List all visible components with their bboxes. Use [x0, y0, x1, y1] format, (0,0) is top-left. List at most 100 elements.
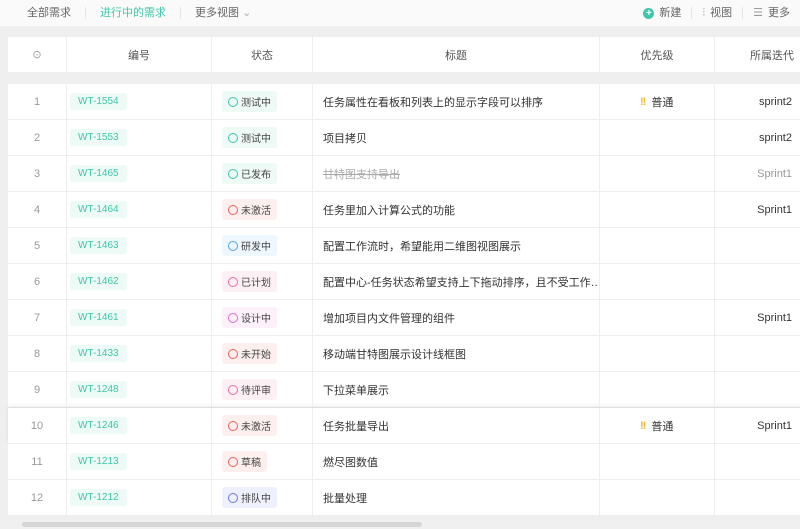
table-row[interactable]: 11 WT-1213 草稿 燃尽图数值 — [8, 444, 800, 480]
col-sprint[interactable]: 所属迭代 — [715, 37, 800, 72]
requirement-id[interactable]: WT-1462 — [70, 273, 127, 290]
status-badge[interactable]: 草稿 — [222, 451, 267, 472]
requirement-id[interactable]: WT-1554 — [70, 93, 127, 110]
requirement-id[interactable]: WT-1461 — [70, 309, 127, 326]
status-badge[interactable]: 已计划 — [222, 271, 277, 292]
title-cell[interactable]: 项目拷贝 — [313, 120, 600, 155]
table-row[interactable]: 8 WT-1433 未开始 移动端甘特图展示设计线框图 — [8, 336, 800, 372]
sprint-cell[interactable] — [715, 228, 800, 263]
table-row[interactable]: 1 WT-1554 测试中 任务属性在看板和列表上的显示字段可以排序 !! 普通 … — [8, 84, 800, 120]
status-label: 未激活 — [241, 422, 271, 433]
sprint-cell[interactable] — [715, 444, 800, 479]
settings-icon[interactable]: ⊙ — [8, 37, 67, 72]
priority-cell[interactable] — [600, 444, 715, 479]
sprint-cell[interactable] — [715, 480, 800, 515]
title-cell[interactable]: 任务里加入计算公式的功能 — [313, 192, 600, 227]
sprint-cell[interactable] — [715, 372, 800, 407]
requirements-table: ⊙ 编号 状态 标题 优先级 所属迭代 1 WT-1554 测试中 任务属性在看… — [8, 37, 800, 516]
requirement-id[interactable]: WT-1465 — [70, 165, 127, 182]
id-cell: WT-1213 — [67, 444, 212, 479]
status-cell: 研发中 — [212, 228, 313, 263]
title-cell[interactable]: 配置中心-任务状态希望支持上下拖动排序，且不受工作… — [313, 264, 600, 299]
col-title[interactable]: 标题 — [313, 37, 600, 72]
status-badge[interactable]: 研发中 — [222, 235, 277, 256]
title-cell[interactable]: 下拉菜单展示 — [313, 372, 600, 407]
requirement-id[interactable]: WT-1246 — [70, 417, 127, 434]
col-priority[interactable]: 优先级 — [600, 37, 715, 72]
title-cell[interactable]: 任务批量导出 — [313, 408, 600, 443]
row-number: 12 — [8, 480, 67, 515]
requirement-id[interactable]: WT-1433 — [70, 345, 127, 362]
status-icon — [228, 384, 238, 395]
status-badge[interactable]: 待评审 — [222, 379, 277, 400]
priority-cell[interactable]: !! 普通 — [600, 84, 715, 119]
title-cell[interactable]: 甘特图支持导出 — [313, 156, 600, 191]
status-badge[interactable]: 测试中 — [222, 91, 277, 112]
status-cell: 已发布 — [212, 156, 313, 191]
priority-cell[interactable] — [600, 264, 715, 299]
requirement-id[interactable]: WT-1212 — [70, 489, 127, 506]
sprint-cell[interactable] — [715, 336, 800, 371]
title-cell[interactable]: 任务属性在看板和列表上的显示字段可以排序 — [313, 84, 600, 119]
sprint-cell[interactable]: Sprint1 — [715, 156, 800, 191]
view-button[interactable]: ⫶ 视图 — [692, 7, 744, 19]
status-badge[interactable]: 排队中 — [222, 487, 277, 508]
title-cell[interactable]: 批量处理 — [313, 480, 600, 515]
table-row[interactable]: 5 WT-1463 研发中 配置工作流时，希望能用二维图视图展示 — [8, 228, 800, 264]
table-row[interactable]: 12 WT-1212 排队中 批量处理 — [8, 480, 800, 516]
status-badge[interactable]: 设计中 — [222, 307, 277, 328]
col-id[interactable]: 编号 — [67, 37, 212, 72]
new-button[interactable]: + 新建 — [633, 7, 693, 19]
requirement-id[interactable]: WT-1464 — [70, 201, 127, 218]
status-badge[interactable]: 未激活 — [222, 415, 277, 436]
status-badge[interactable]: 未激活 — [222, 199, 277, 220]
table-row[interactable]: 4 WT-1464 未激活 任务里加入计算公式的功能 Sprint1 — [8, 192, 800, 228]
priority-cell[interactable] — [600, 156, 715, 191]
id-cell: WT-1553 — [67, 120, 212, 155]
tab-in-progress[interactable]: 进行中的需求 — [86, 7, 181, 19]
requirement-id[interactable]: WT-1553 — [70, 129, 127, 146]
priority-cell[interactable] — [600, 336, 715, 371]
id-cell: WT-1248 — [67, 372, 212, 407]
requirement-id[interactable]: WT-1463 — [70, 237, 127, 254]
horizontal-scrollbar[interactable] — [0, 520, 800, 529]
more-label: 更多 — [768, 7, 790, 19]
sprint-cell[interactable]: sprint2 — [715, 84, 800, 119]
status-badge[interactable]: 已发布 — [222, 163, 277, 184]
priority-cell[interactable]: !! 普通 — [600, 408, 715, 443]
requirement-id[interactable]: WT-1213 — [70, 453, 127, 470]
requirement-id[interactable]: WT-1248 — [70, 381, 127, 398]
row-number: 7 — [8, 300, 67, 335]
priority-cell[interactable] — [600, 300, 715, 335]
status-badge[interactable]: 未开始 — [222, 343, 277, 364]
title-cell[interactable]: 燃尽图数值 — [313, 444, 600, 479]
sprint-cell[interactable]: sprint2 — [715, 120, 800, 155]
table-row[interactable]: 6 WT-1462 已计划 配置中心-任务状态希望支持上下拖动排序，且不受工作… — [8, 264, 800, 300]
priority-cell[interactable] — [600, 372, 715, 407]
tab-more-views[interactable]: 更多视图 ⌄ — [181, 7, 265, 19]
status-label: 测试中 — [241, 134, 271, 145]
title-cell[interactable]: 配置工作流时，希望能用二维图视图展示 — [313, 228, 600, 263]
col-status[interactable]: 状态 — [212, 37, 313, 72]
priority-cell[interactable] — [600, 228, 715, 263]
sprint-cell[interactable]: Sprint1 — [715, 300, 800, 335]
table-row[interactable]: 9 WT-1248 待评审 下拉菜单展示 — [8, 372, 800, 408]
table-row[interactable]: 2 WT-1553 测试中 项目拷贝 sprint2 — [8, 120, 800, 156]
sprint-cell[interactable] — [715, 264, 800, 299]
table-row[interactable]: 10 WT-1246 未激活 任务批量导出 !! 普通 Sprint1 — [8, 408, 800, 444]
sprint-cell[interactable]: Sprint1 — [715, 408, 800, 443]
more-button[interactable]: ☰ 更多 — [743, 7, 792, 19]
row-number: 10 — [8, 408, 67, 443]
priority-cell[interactable] — [600, 480, 715, 515]
table-row[interactable]: 7 WT-1461 设计中 增加项目内文件管理的组件 Sprint1 — [8, 300, 800, 336]
priority-cell[interactable] — [600, 120, 715, 155]
scrollbar-thumb[interactable] — [22, 522, 422, 527]
row-number: 9 — [8, 372, 67, 407]
table-row[interactable]: 3 WT-1465 已发布 甘特图支持导出 Sprint1 — [8, 156, 800, 192]
status-badge[interactable]: 测试中 — [222, 127, 277, 148]
tab-all[interactable]: 全部需求 — [0, 7, 86, 19]
sprint-cell[interactable]: Sprint1 — [715, 192, 800, 227]
title-cell[interactable]: 增加项目内文件管理的组件 — [313, 300, 600, 335]
title-cell[interactable]: 移动端甘特图展示设计线框图 — [313, 336, 600, 371]
priority-cell[interactable] — [600, 192, 715, 227]
